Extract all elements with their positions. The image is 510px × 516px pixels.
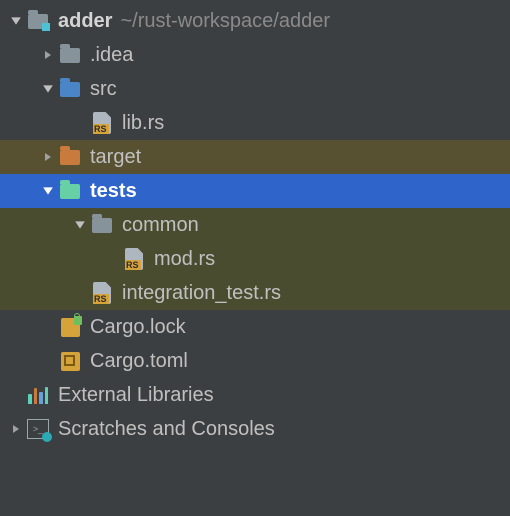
node-label: Cargo.lock	[90, 316, 186, 339]
expand-arrow[interactable]	[38, 79, 58, 99]
node-label: target	[90, 146, 141, 169]
node-label: Cargo.toml	[90, 350, 188, 373]
tree-node-src[interactable]: src	[0, 72, 510, 106]
test-folder-icon	[58, 179, 82, 203]
rust-file-icon	[90, 281, 114, 305]
node-label: lib.rs	[122, 112, 164, 135]
node-label: mod.rs	[154, 248, 215, 271]
rust-file-icon	[122, 247, 146, 271]
expand-arrow[interactable]	[6, 419, 26, 439]
node-label: Scratches and Consoles	[58, 418, 275, 441]
project-folder-icon	[26, 9, 50, 33]
tree-node-cargo-toml[interactable]: Cargo.toml	[0, 344, 510, 378]
excluded-folder-icon	[58, 145, 82, 169]
external-libraries-icon	[26, 383, 50, 407]
tree-node-integration-test[interactable]: integration_test.rs	[0, 276, 510, 310]
tree-node-modrs[interactable]: mod.rs	[0, 242, 510, 276]
tree-node-common[interactable]: common	[0, 208, 510, 242]
rust-file-icon	[90, 111, 114, 135]
tree-node-scratches[interactable]: Scratches and Consoles	[0, 412, 510, 446]
cargo-lock-icon	[58, 315, 82, 339]
node-path: ~/rust-workspace/adder	[120, 10, 330, 33]
node-label: common	[122, 214, 199, 237]
folder-icon	[90, 213, 114, 237]
node-label: External Libraries	[58, 384, 214, 407]
node-label: src	[90, 78, 117, 101]
tree-node-idea[interactable]: .idea	[0, 38, 510, 72]
tree-node-cargo-lock[interactable]: Cargo.lock	[0, 310, 510, 344]
project-tree[interactable]: adder ~/rust-workspace/adder .idea src l…	[0, 0, 510, 446]
tree-node-external-libraries[interactable]: External Libraries	[0, 378, 510, 412]
folder-icon	[58, 43, 82, 67]
tree-node-librs[interactable]: lib.rs	[0, 106, 510, 140]
tree-node-tests[interactable]: tests	[0, 174, 510, 208]
expand-arrow[interactable]	[38, 147, 58, 167]
cargo-toml-icon	[58, 349, 82, 373]
expand-arrow[interactable]	[70, 215, 90, 235]
node-label: tests	[90, 180, 137, 203]
source-folder-icon	[58, 77, 82, 101]
node-label: .idea	[90, 44, 133, 67]
expand-arrow[interactable]	[38, 181, 58, 201]
node-label: integration_test.rs	[122, 282, 281, 305]
node-label: adder	[58, 10, 112, 33]
tree-node-target[interactable]: target	[0, 140, 510, 174]
scratches-icon	[26, 417, 50, 441]
expand-arrow[interactable]	[6, 11, 26, 31]
expand-arrow[interactable]	[38, 45, 58, 65]
tree-node-project-root[interactable]: adder ~/rust-workspace/adder	[0, 4, 510, 38]
